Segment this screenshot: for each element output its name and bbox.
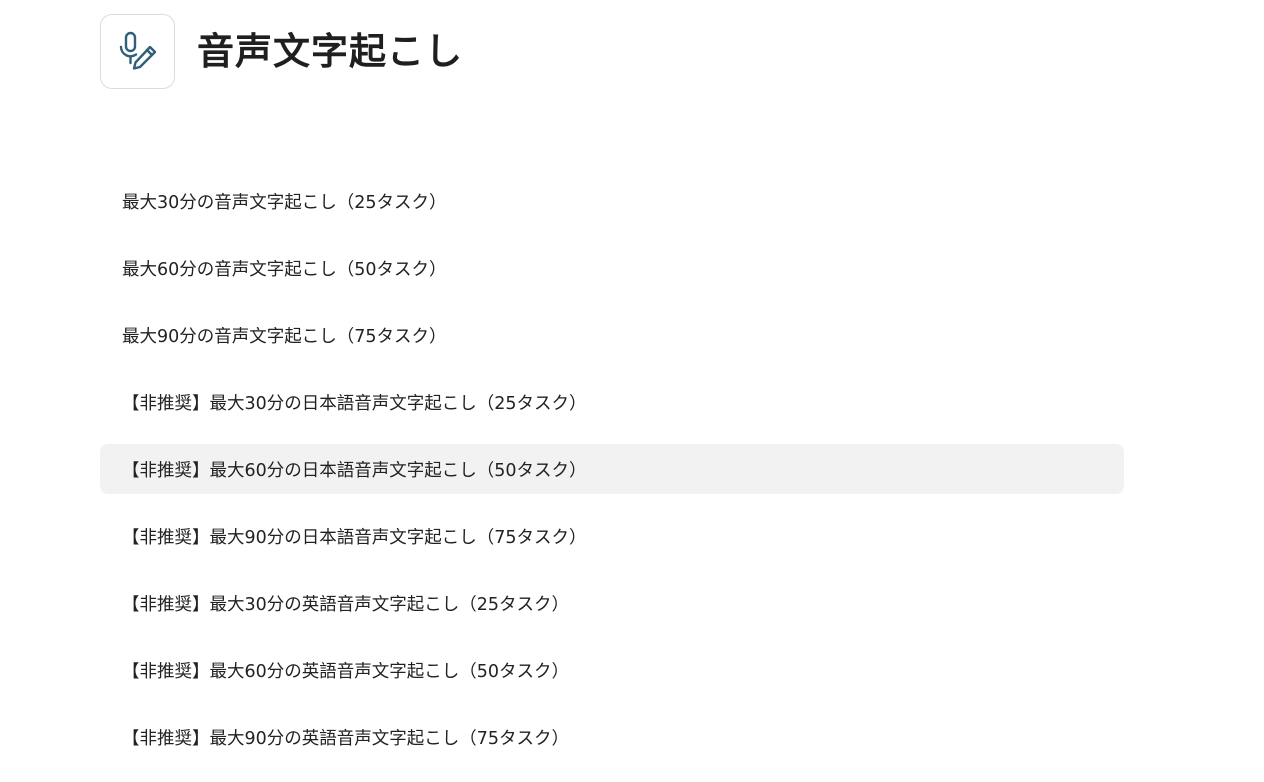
header: 音声文字起こし <box>100 14 463 89</box>
page: 音声文字起こし 最大30分の音声文字起こし（25タスク） 最大60分の音声文字起… <box>0 0 1264 782</box>
option-item[interactable]: 【非推奨】最大90分の英語音声文字起こし（75タスク） <box>100 712 1124 762</box>
option-item[interactable]: 【非推奨】最大30分の英語音声文字起こし（25タスク） <box>100 578 1124 628</box>
microphone-pen-icon <box>100 14 175 89</box>
option-item-hovered[interactable]: 【非推奨】最大60分の日本語音声文字起こし（50タスク） <box>100 444 1124 494</box>
page-title: 音声文字起こし <box>197 30 463 73</box>
transcription-option-list: 最大30分の音声文字起こし（25タスク） 最大60分の音声文字起こし（50タスク… <box>100 176 1124 779</box>
option-item[interactable]: 最大60分の音声文字起こし（50タスク） <box>100 243 1124 293</box>
option-item[interactable]: 最大30分の音声文字起こし（25タスク） <box>100 176 1124 226</box>
option-item[interactable]: 【非推奨】最大90分の日本語音声文字起こし（75タスク） <box>100 511 1124 561</box>
option-item[interactable]: 【非推奨】最大30分の日本語音声文字起こし（25タスク） <box>100 377 1124 427</box>
option-item[interactable]: 【非推奨】最大60分の英語音声文字起こし（50タスク） <box>100 645 1124 695</box>
option-item[interactable]: 最大90分の音声文字起こし（75タスク） <box>100 310 1124 360</box>
